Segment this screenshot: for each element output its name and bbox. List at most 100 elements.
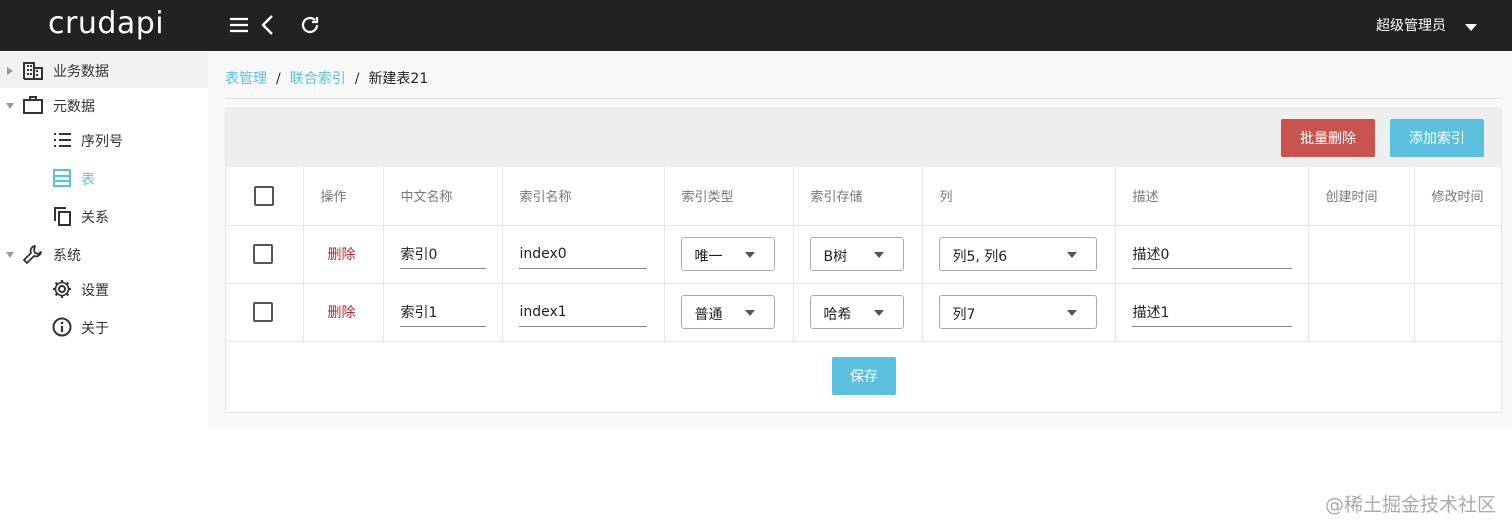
table-row: 删除 唯一 B树 列5, 列6 (226, 225, 1501, 284)
column-header: 操作 (303, 167, 384, 226)
modified-time-cell (1414, 225, 1501, 284)
sidebar-item-system[interactable]: 系统 (0, 236, 208, 272)
created-time-cell (1308, 225, 1415, 284)
breadcrumb-separator: / (354, 71, 360, 87)
breadcrumb: 表管理 / 联合索引 / 新建表21 (225, 68, 428, 90)
index-table: 操作 中文名称 索引名称 索引类型 索引存储 列 描述 创建时间 修改时间 删除… (226, 167, 1501, 342)
briefcase-icon (22, 94, 44, 116)
top-navbar: crudapi 超级管理员 (0, 0, 1512, 51)
row-checkbox[interactable] (253, 244, 273, 264)
name-cell (502, 225, 665, 284)
columns-cell: 列5, 列6 (922, 225, 1116, 284)
sidebar-item-label: 业务数据 (53, 64, 109, 80)
column-header: 索引类型 (664, 167, 794, 226)
delete-link[interactable]: 删除 (320, 247, 356, 263)
caption-cell (383, 283, 503, 342)
expand-arrow-icon[interactable] (5, 64, 15, 75)
sidebar-item-label: 系统 (53, 248, 81, 264)
row-select-cell (226, 283, 304, 342)
breadcrumb-separator: / (276, 71, 281, 87)
columns-select[interactable]: 列7 (938, 295, 1097, 329)
index-name-input[interactable] (518, 239, 647, 269)
description-input[interactable] (1131, 297, 1292, 327)
select-value: 哈希 (823, 307, 852, 323)
column-header: 索引存储 (793, 167, 923, 226)
type-cell: 唯一 (664, 225, 794, 284)
description-cell (1115, 283, 1309, 342)
caption-input[interactable] (399, 297, 486, 327)
copy-icon (51, 205, 73, 227)
user-menu-caret-icon[interactable] (1464, 19, 1478, 31)
user-name[interactable]: 超级管理员 (1376, 15, 1446, 35)
collapse-arrow-icon[interactable] (5, 248, 15, 258)
column-header: 列 (922, 167, 1116, 226)
chevron-down-icon (873, 310, 884, 316)
breadcrumb-divider (225, 98, 1501, 99)
sidebar-item-label: 关于 (81, 321, 109, 337)
description-input[interactable] (1131, 239, 1292, 269)
name-cell (502, 283, 665, 342)
select-value: 唯一 (694, 249, 723, 265)
table-icon (51, 167, 73, 189)
storage-cell: B树 (793, 225, 923, 284)
breadcrumb-link-composite-index[interactable]: 联合索引 (290, 71, 346, 87)
sidebar-item-about[interactable]: 关于 (0, 309, 208, 345)
refresh-icon[interactable] (298, 13, 322, 37)
column-header: 创建时间 (1308, 167, 1415, 226)
sidebar-item-settings[interactable]: 设置 (0, 271, 208, 307)
info-icon (51, 316, 73, 338)
column-header: 中文名称 (383, 167, 503, 226)
index-storage-select[interactable]: B树 (809, 237, 904, 271)
breadcrumb-link-table-management[interactable]: 表管理 (225, 71, 267, 87)
list-icon (51, 129, 73, 151)
watermark: @稀土掘金技术社区 (1324, 494, 1496, 516)
batch-delete-button[interactable]: 批量删除 (1281, 119, 1375, 157)
chevron-down-icon (744, 310, 755, 316)
type-cell: 普通 (664, 283, 794, 342)
sidebar-item-table[interactable]: 表 (0, 160, 208, 196)
index-name-input[interactable] (518, 297, 647, 327)
index-panel: 批量删除 添加索引 操作 中文名称 索引名称 索引类型 索引存储 列 描述 创建… (225, 108, 1502, 413)
wrench-icon (22, 243, 44, 265)
row-select-cell (226, 225, 304, 284)
collapse-arrow-icon[interactable] (5, 99, 15, 109)
chevron-down-icon (873, 252, 884, 258)
caption-input[interactable] (399, 239, 486, 269)
brand-logo[interactable]: crudapi (48, 6, 164, 41)
sidebar-item-label: 序列号 (81, 134, 123, 150)
sidebar-item-label: 元数据 (53, 99, 95, 115)
panel-toolbar: 批量删除 添加索引 (226, 109, 1501, 167)
chevron-down-icon (744, 252, 755, 258)
sidebar-item-label: 表 (81, 172, 95, 188)
sidebar-item-metadata[interactable]: 元数据 (0, 87, 208, 123)
menu-icon[interactable] (227, 13, 251, 37)
index-storage-select[interactable]: 哈希 (809, 295, 904, 329)
add-index-button[interactable]: 添加索引 (1390, 119, 1484, 157)
back-icon[interactable] (256, 13, 280, 37)
table-header-row: 操作 中文名称 索引名称 索引类型 索引存储 列 描述 创建时间 修改时间 (226, 167, 1501, 226)
description-cell (1115, 225, 1309, 284)
row-checkbox[interactable] (253, 302, 273, 322)
storage-cell: 哈希 (793, 283, 923, 342)
table-row: 删除 普通 哈希 列7 (226, 283, 1501, 342)
header-select-all (226, 167, 304, 226)
action-cell: 删除 (303, 225, 384, 284)
columns-select[interactable]: 列5, 列6 (938, 237, 1097, 271)
save-button[interactable]: 保存 (832, 357, 896, 395)
caption-cell (383, 225, 503, 284)
sidebar-item-business-data[interactable]: 业务数据 (0, 52, 208, 88)
index-type-select[interactable]: 唯一 (680, 237, 775, 271)
chevron-down-icon (1066, 310, 1077, 316)
delete-link[interactable]: 删除 (320, 305, 356, 321)
index-type-select[interactable]: 普通 (680, 295, 775, 329)
select-all-checkbox[interactable] (254, 185, 274, 206)
select-value: 普通 (694, 307, 723, 323)
sidebar-item-label: 关系 (81, 210, 109, 226)
select-value: 列7 (952, 307, 976, 323)
sidebar-item-sequence[interactable]: 序列号 (0, 122, 208, 158)
columns-cell: 列7 (922, 283, 1116, 342)
column-header: 描述 (1115, 167, 1309, 226)
column-header: 修改时间 (1414, 167, 1501, 226)
sidebar-item-relation[interactable]: 关系 (0, 198, 208, 234)
action-cell: 删除 (303, 283, 384, 342)
